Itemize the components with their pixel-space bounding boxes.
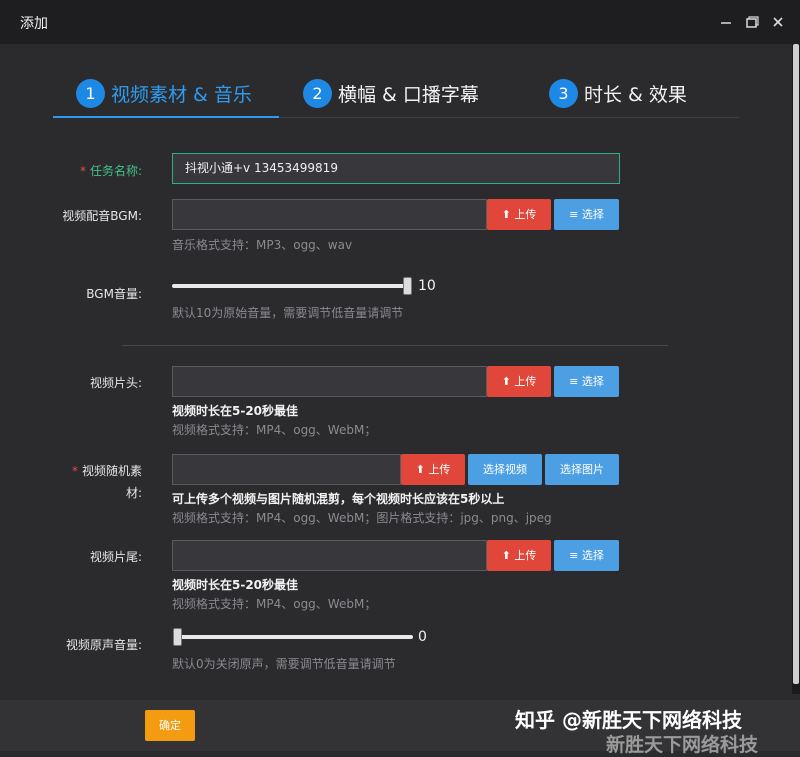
task-name-label: * 任务名称:: [79, 164, 142, 178]
scrollbar[interactable]: [792, 44, 800, 694]
confirm-button[interactable]: 确定: [145, 710, 195, 741]
dialog-title: 添加: [20, 16, 48, 32]
bgm-label: 视频配音BGM:: [62, 209, 142, 223]
bgm-volume-value: 10: [418, 278, 436, 294]
upload-icon: ⬆: [501, 375, 511, 388]
outro-hint: 视频格式支持：MP4、ogg、WebM；: [172, 597, 377, 611]
bgm-hint: 音乐格式支持：MP3、ogg、wav: [172, 238, 353, 252]
step-label: 时长 & 效果: [584, 83, 687, 106]
intro-input[interactable]: [172, 366, 487, 397]
step-number: 2: [303, 78, 332, 108]
intro-select-button[interactable]: ≡ 选择: [554, 366, 619, 397]
step-number: 1: [76, 78, 105, 108]
original-volume-handle[interactable]: [173, 628, 182, 646]
original-volume-label: 视频原声音量:: [65, 638, 142, 652]
original-volume-track[interactable]: [175, 635, 413, 639]
bgm-volume-label: BGM音量:: [86, 287, 142, 301]
step-tabs: 1 视频素材 & 音乐 2 横幅 & 口播字幕 3 时长 & 效果: [53, 70, 739, 118]
outro-upload-button[interactable]: ⬆ 上传: [487, 540, 551, 571]
bgm-volume-track[interactable]: [172, 284, 411, 288]
intro-upload-button[interactable]: ⬆ 上传: [487, 366, 551, 397]
step-label: 视频素材 & 音乐: [111, 83, 252, 106]
select-image-button[interactable]: 选择图片: [545, 454, 619, 485]
upload-icon: ⬆: [415, 463, 425, 476]
active-step-underline: [53, 116, 279, 118]
list-icon: ≡: [569, 375, 579, 388]
bgm-volume-handle[interactable]: [403, 277, 412, 295]
add-task-dialog: 添加 1 视频素材 & 音乐 2 横幅 & 口播字幕 3 时长 & 效果 * 任务…: [0, 0, 800, 756]
restore-icon[interactable]: [742, 12, 762, 32]
random-material-hint: 视频格式支持：MP4、ogg、WebM；图片格式支持：jpg、png、jpeg: [172, 511, 552, 525]
step-label: 横幅 & 口播字幕: [338, 83, 479, 106]
scrollbar-thumb[interactable]: [793, 44, 799, 684]
upload-icon: ⬆: [501, 208, 511, 221]
select-video-button[interactable]: 选择视频: [468, 454, 542, 485]
random-material-label: * 视频随机素: [71, 464, 142, 478]
watermark: 知乎 @新胜天下网络科技: [515, 708, 742, 732]
outro-note: 视频时长在5-20秒最佳: [172, 578, 299, 592]
random-material-note: 可上传多个视频与图片随机混剪，每个视频时长应该在5秒以上: [172, 492, 505, 506]
bgm-select-button[interactable]: ≡ 选择: [554, 199, 619, 230]
intro-label: 视频片头:: [89, 376, 142, 390]
list-icon: ≡: [569, 549, 579, 562]
required-marker: *: [71, 464, 78, 478]
outro-input[interactable]: [172, 540, 487, 571]
outro-label: 视频片尾:: [89, 550, 142, 564]
random-material-upload-button[interactable]: ⬆ 上传: [401, 454, 465, 485]
minimize-icon[interactable]: [716, 12, 736, 32]
original-volume-hint: 默认0为关闭原声，需要调节低音量请调节: [172, 657, 396, 671]
tab-step-1[interactable]: 1 视频素材 & 音乐: [76, 75, 252, 111]
intro-note: 视频时长在5-20秒最佳: [172, 404, 299, 418]
bgm-upload-button[interactable]: ⬆ 上传: [487, 199, 551, 230]
list-icon: ≡: [569, 208, 579, 221]
close-icon[interactable]: [768, 12, 788, 32]
random-material-input[interactable]: [172, 454, 401, 485]
tab-step-3[interactable]: 3 时长 & 效果: [549, 75, 687, 111]
outro-select-button[interactable]: ≡ 选择: [554, 540, 619, 571]
required-marker: *: [79, 164, 86, 178]
original-volume-value: 0: [418, 629, 427, 645]
title-bar: 添加: [0, 0, 800, 44]
bgm-input[interactable]: [172, 199, 487, 230]
watermark-secondary: 新胜天下网络科技: [606, 734, 759, 756]
upload-icon: ⬆: [501, 549, 511, 562]
random-material-label-2: 材:: [125, 486, 142, 500]
intro-hint: 视频格式支持：MP4、ogg、WebM；: [172, 423, 377, 437]
section-divider: [122, 345, 668, 346]
tab-step-2[interactable]: 2 横幅 & 口播字幕: [303, 75, 479, 111]
bgm-volume-hint: 默认10为原始音量，需要调节低音量请调节: [172, 306, 404, 320]
step-number: 3: [549, 78, 578, 108]
task-name-input[interactable]: 抖视小通+v 13453499819: [172, 153, 620, 184]
